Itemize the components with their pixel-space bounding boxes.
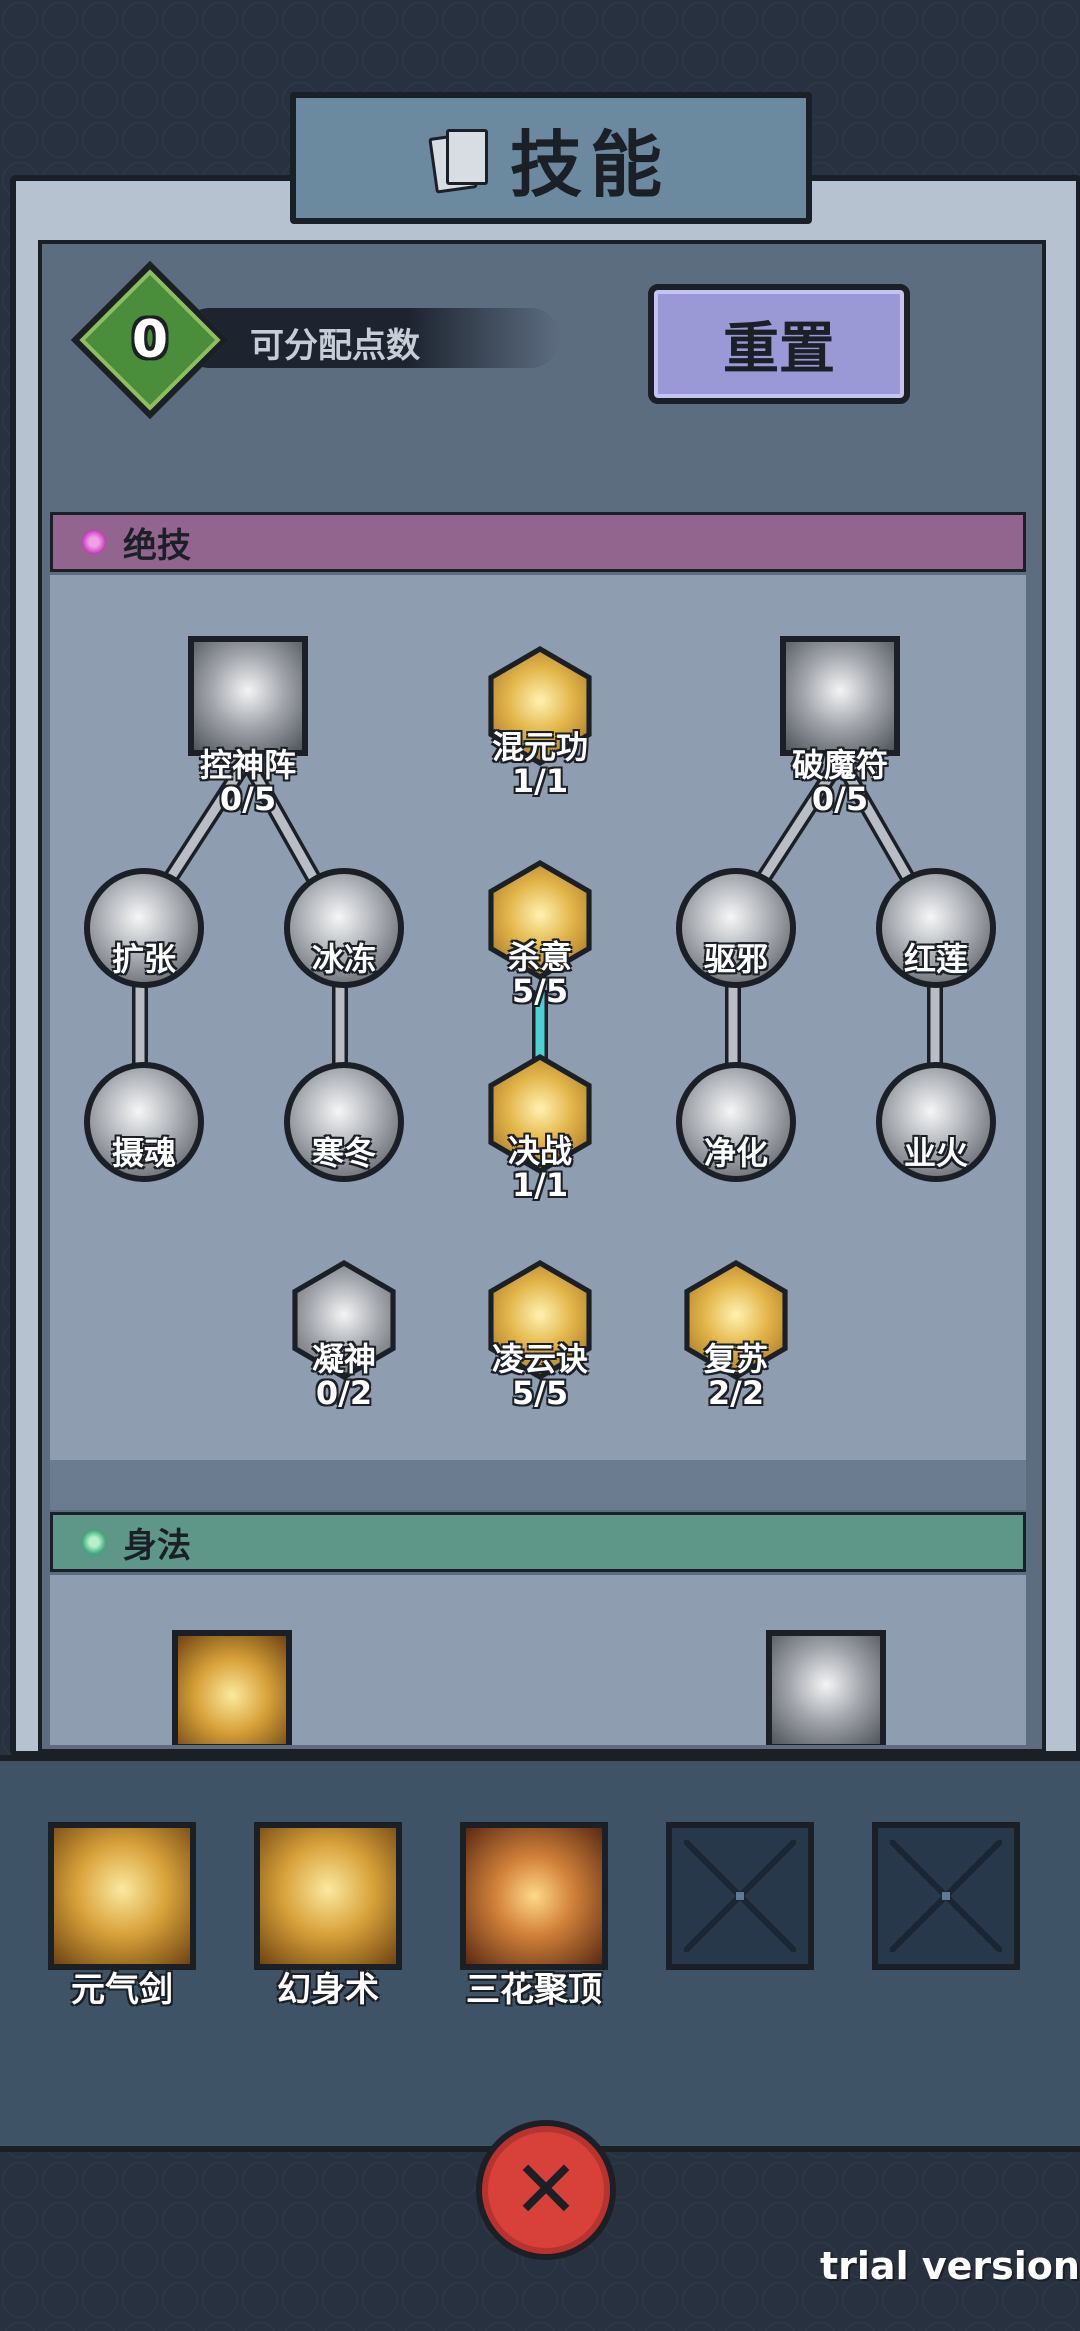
skill-level: 2/2: [707, 1374, 765, 1412]
skill-shayi[interactable]: 杀意 5/5: [480, 860, 600, 1008]
section-movement-title: 身法: [123, 1525, 191, 1566]
skill-name: 凝神: [311, 1340, 376, 1378]
close-icon: ✕: [512, 2143, 580, 2236]
skill-name: 寒冬: [311, 1134, 376, 1172]
skill-name: 摄魂: [111, 1134, 176, 1172]
equipped-slot-3-label: 三花聚顶: [466, 1970, 602, 2010]
skill-name: 破魔符: [791, 746, 888, 784]
skill-level: 0/2: [315, 1374, 373, 1412]
lightning-orb-icon: [188, 636, 308, 756]
equipped-slot-3[interactable]: [460, 1822, 608, 1970]
skill-level: 1/1: [511, 762, 569, 800]
skill-level: 0/5: [219, 780, 277, 818]
skill-name: 驱邪: [703, 940, 768, 978]
skill-ningshen[interactable]: 凝神 0/2: [284, 1260, 404, 1410]
skill-name: 混元功: [491, 728, 588, 766]
skill-name: 凌云诀: [491, 1340, 588, 1378]
leaf-icon: [77, 1525, 111, 1559]
skill-fusu[interactable]: 复苏 2/2: [676, 1260, 796, 1410]
whirlwind-icon: [766, 1630, 886, 1745]
cloud-icon: [172, 1630, 292, 1745]
skill-lingyunjue[interactable]: 凌云诀 5/5: [480, 1260, 600, 1410]
skill-honglian[interactable]: 红莲: [876, 868, 996, 988]
equipped-slot-1-label: 元气剑: [71, 1970, 173, 2010]
skill-kongshenzhen[interactable]: 控神阵 0/5: [188, 636, 308, 816]
equipped-slot-5-empty[interactable]: [872, 1822, 1020, 1970]
skill-movement-cloud[interactable]: [172, 1630, 292, 1745]
equipped-slot-2[interactable]: [254, 1822, 402, 1970]
skill-level: 5/5: [511, 972, 569, 1010]
skill-name: 净化: [703, 1134, 768, 1172]
skill-name: 扩张: [111, 940, 176, 978]
skill-level: 1/1: [511, 1166, 569, 1204]
skill-juezhan[interactable]: 决战 1/1: [480, 1054, 600, 1202]
section-movement-header: 身法: [50, 1512, 1026, 1572]
equipped-slot-2-label: 幻身术: [277, 1970, 379, 2010]
skill-handong[interactable]: 寒冬: [284, 1062, 404, 1182]
skill-movement-swirl[interactable]: [766, 1630, 886, 1745]
skill-level: 0/5: [811, 780, 869, 818]
skill-hunyuangong[interactable]: 混元功 1/1: [480, 646, 600, 798]
section-divider: [50, 1460, 1026, 1510]
trial-watermark: trial version: [820, 2244, 1080, 2288]
skill-pomofu[interactable]: 破魔符 0/5: [780, 636, 900, 816]
skill-name: 复苏: [703, 1340, 768, 1378]
equipped-slot-1[interactable]: [48, 1822, 196, 1970]
skill-name: 控神阵: [199, 746, 296, 784]
skill-name: 业火: [903, 1134, 968, 1172]
close-button[interactable]: ✕: [476, 2120, 616, 2260]
skill-level: 5/5: [511, 1374, 569, 1412]
equipped-slot-4-empty[interactable]: [666, 1822, 814, 1970]
skill-name: 冰冻: [311, 940, 376, 978]
talisman-icon: [780, 636, 900, 756]
skill-name: 杀意: [507, 938, 572, 976]
skill-shehun[interactable]: 摄魂: [84, 1062, 204, 1182]
skill-quxie[interactable]: 驱邪: [676, 868, 796, 988]
skill-yehuo[interactable]: 业火: [876, 1062, 996, 1182]
skill-name: 红莲: [903, 940, 968, 978]
skill-jinghua[interactable]: 净化: [676, 1062, 796, 1182]
skill-bingdong[interactable]: 冰冻: [284, 868, 404, 988]
skill-name: 决战: [507, 1132, 572, 1170]
skill-kuozhang[interactable]: 扩张: [84, 868, 204, 988]
